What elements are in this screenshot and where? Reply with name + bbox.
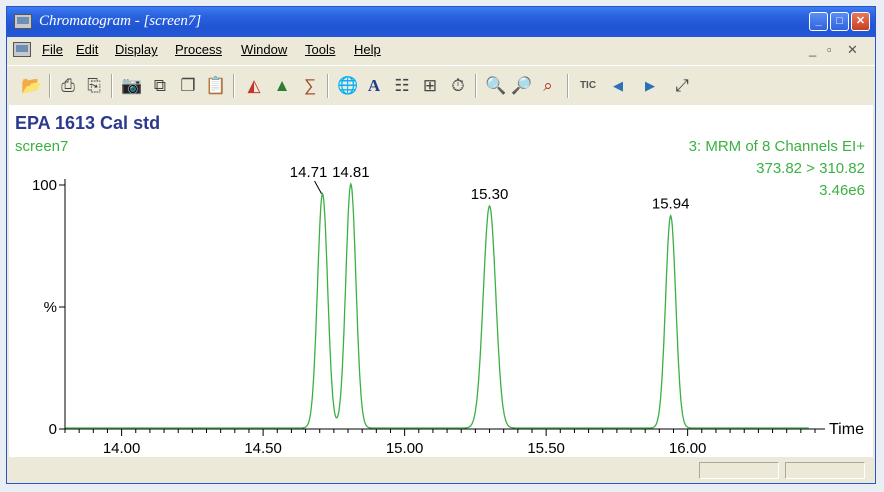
chromatogram-chart[interactable]: EPA 1613 Cal std screen7 3: MRM of 8 Cha… xyxy=(9,105,873,457)
x-tick-label: 16.00 xyxy=(669,440,707,457)
peak-label: 15.94 xyxy=(652,196,690,213)
x-tick-label: 14.50 xyxy=(244,440,282,457)
peaks-icon[interactable]: ▲ xyxy=(271,75,293,97)
axes: 14.00 14.50 15.00 15.50 16.00 Time 0% 100 xyxy=(32,177,864,457)
menu-help[interactable]: Help xyxy=(354,42,381,57)
menu-window[interactable]: Window xyxy=(241,42,287,57)
chromatogram-window: Chromatogram - [screen7] _ □ ✕ File Edit… xyxy=(6,6,876,484)
y-tick-label: % xyxy=(44,299,57,316)
copy-icon[interactable]: ⧉ xyxy=(149,75,171,97)
document-icon[interactable] xyxy=(13,42,31,57)
toolbar-separator xyxy=(567,74,569,98)
arrow-right-icon[interactable]: ▶ xyxy=(639,75,661,97)
timer-icon[interactable]: ⏱ xyxy=(447,75,469,97)
title-bar[interactable]: Chromatogram - [screen7] _ □ ✕ xyxy=(7,7,875,37)
x-tick-label: 15.00 xyxy=(386,440,424,457)
zoom-reset-icon[interactable]: ⌕ xyxy=(537,75,559,97)
close-button[interactable]: ✕ xyxy=(851,12,870,31)
chromatogram-trace xyxy=(65,182,809,429)
integrate-icon[interactable]: ∑ xyxy=(299,75,321,97)
minimize-button[interactable]: _ xyxy=(809,12,828,31)
x-tick-label: 15.50 xyxy=(527,440,565,457)
status-panel xyxy=(785,462,865,479)
status-panel xyxy=(699,462,779,479)
menu-tools[interactable]: Tools xyxy=(305,42,335,57)
child-close-button[interactable]: ✕ xyxy=(847,42,858,58)
x-tick-label: 14.00 xyxy=(103,440,141,457)
plot-title: EPA 1613 Cal std xyxy=(15,113,160,133)
menu-edit[interactable]: Edit xyxy=(76,42,98,57)
x-axis-label: Time xyxy=(829,421,864,438)
peak-label: 15.30 xyxy=(471,186,509,203)
child-minimize-button[interactable]: _ xyxy=(809,42,816,57)
status-bar xyxy=(9,459,873,481)
peak-label-leader xyxy=(314,180,322,195)
chromatogram-plot[interactable]: EPA 1613 Cal std screen7 3: MRM of 8 Cha… xyxy=(9,105,873,457)
menu-display-label: Display xyxy=(115,42,158,57)
y-tick-label: 0 xyxy=(49,421,57,438)
menu-process[interactable]: Process xyxy=(175,42,222,57)
print-preview-icon[interactable]: ⎘ xyxy=(83,75,105,97)
menu-bar: File Edit Display Process Window Tools H… xyxy=(7,37,875,63)
menu-window-label: Window xyxy=(241,42,288,57)
open-folder-icon[interactable]: 📂 xyxy=(21,75,43,97)
paste-icon[interactable]: 📋 xyxy=(205,75,227,97)
chart-marks: 14.71 14.81 15.30 15.94 xyxy=(65,164,809,429)
app-icon[interactable] xyxy=(14,14,32,29)
child-restore-button[interactable]: ▫ xyxy=(827,42,832,57)
fit-icon[interactable]: ⤢ xyxy=(671,75,693,97)
maximize-button[interactable]: □ xyxy=(830,12,849,31)
toolbar-separator xyxy=(327,74,329,98)
camera-icon[interactable]: 📷 xyxy=(121,75,143,97)
peak-label: 14.81 xyxy=(332,164,370,181)
font-icon[interactable]: A xyxy=(363,75,385,97)
menu-file[interactable]: File xyxy=(42,42,63,57)
list-icon[interactable]: ☷ xyxy=(391,75,413,97)
print-icon[interactable]: ⎙ xyxy=(57,75,79,97)
peak-label: 14.71 xyxy=(290,164,328,181)
menu-help-label: Help xyxy=(354,42,381,57)
toolbar-separator xyxy=(111,74,113,98)
transition-info: 373.82 > 310.82 xyxy=(756,160,865,177)
copy-list-icon[interactable]: ❐ xyxy=(177,75,199,97)
y-tick-label: 100 xyxy=(32,177,57,194)
menu-edit-label: Edit xyxy=(76,42,99,57)
menu-tools-label: Tools xyxy=(305,42,336,57)
tic-icon[interactable]: TIC xyxy=(575,75,601,97)
tree-icon[interactable]: ⊞ xyxy=(419,75,441,97)
globe-icon[interactable]: 🌐 xyxy=(337,75,359,97)
menu-display[interactable]: Display xyxy=(115,42,158,57)
chromatogram-icon[interactable]: ◭ xyxy=(243,75,265,97)
toolbar-separator xyxy=(49,74,51,98)
menu-process-label: Process xyxy=(175,42,222,57)
zoom-out-icon[interactable]: 🔎 xyxy=(511,75,533,97)
window-title: Chromatogram - [screen7] xyxy=(39,13,202,29)
toolbar-separator xyxy=(233,74,235,98)
zoom-in-icon[interactable]: 🔍 xyxy=(485,75,507,97)
plot-subtitle: screen7 xyxy=(15,138,68,155)
intensity-info: 3.46e6 xyxy=(819,182,865,199)
toolbar: 📂 ⎙ ⎘ 📷 ⧉ ❐ 📋 ◭ ▲ ∑ 🌐 A ☷ ⊞ ⏱ 🔍 🔎 ⌕ TIC … xyxy=(7,65,875,103)
menu-file-label: File xyxy=(42,42,63,57)
channel-info: 3: MRM of 8 Channels EI+ xyxy=(689,138,866,155)
toolbar-separator xyxy=(475,74,477,98)
arrow-left-icon[interactable]: ◀ xyxy=(607,75,629,97)
